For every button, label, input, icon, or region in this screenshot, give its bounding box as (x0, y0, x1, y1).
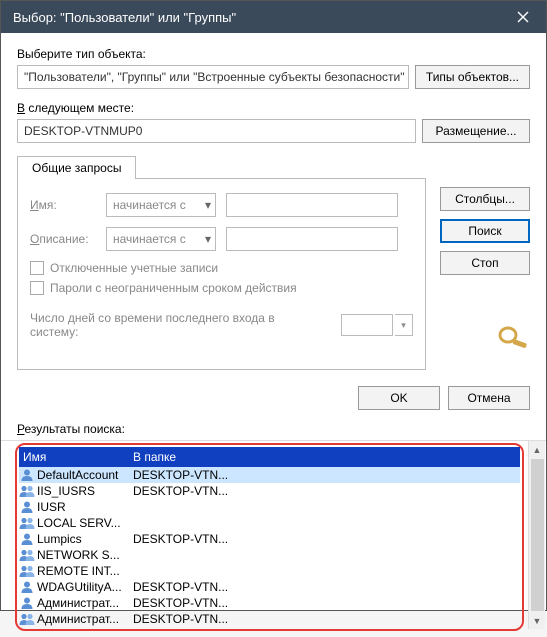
name-label: Имя: (30, 198, 96, 212)
non-expiring-label: Пароли с неограниченным сроком действия (50, 281, 297, 295)
user-icon (19, 467, 35, 483)
list-item[interactable]: DefaultAccountDESKTOP-VTN... (19, 467, 520, 483)
object-types-button[interactable]: Типы объектов... (415, 65, 530, 89)
list-item[interactable]: LumpicsDESKTOP-VTN... (19, 531, 520, 547)
magnifier-icon (494, 325, 530, 352)
row-name: WDAGUtilityA... (37, 580, 129, 594)
row-folder: DESKTOP-VTN... (129, 596, 520, 610)
days-since-input[interactable] (341, 314, 393, 336)
row-name: REMOTE INT... (37, 564, 129, 578)
search-button[interactable]: Поиск (440, 219, 530, 243)
stop-button[interactable]: Стоп (440, 251, 530, 275)
columns-button[interactable]: Столбцы... (440, 187, 530, 211)
results-highlight: Имя В папке DefaultAccountDESKTOP-VTN...… (15, 443, 524, 631)
close-button[interactable] (500, 1, 546, 33)
cancel-button[interactable]: Отмена (448, 386, 530, 410)
row-name: DefaultAccount (37, 468, 129, 482)
user-icon (19, 531, 35, 547)
row-folder: DESKTOP-VTN... (129, 580, 520, 594)
days-since-label: Число дней со времени последнего входа в… (30, 311, 323, 339)
scroll-thumb[interactable] (531, 459, 544, 611)
tab-strip: Общие запросы (17, 155, 426, 179)
chevron-down-icon: ▾ (205, 198, 211, 212)
list-item[interactable]: Администрат...DESKTOP-VTN... (19, 611, 520, 627)
results-list[interactable]: DefaultAccountDESKTOP-VTN...IIS_IUSRSDES… (19, 467, 520, 627)
locations-button[interactable]: Размещение... (422, 119, 530, 143)
list-item[interactable]: IIS_IUSRSDESKTOP-VTN... (19, 483, 520, 499)
close-icon (517, 11, 529, 23)
vertical-scrollbar[interactable]: ▲ ▼ (528, 441, 545, 629)
row-name: NETWORK S... (37, 548, 129, 562)
scroll-down-icon[interactable]: ▼ (529, 612, 546, 629)
dialog-body: Выберите тип объекта: "Пользователи", "Г… (1, 33, 546, 440)
description-label: Описание: (30, 232, 96, 246)
user-icon (19, 595, 35, 611)
non-expiring-checkbox[interactable] (30, 281, 44, 295)
disabled-accounts-checkbox[interactable] (30, 261, 44, 275)
list-item[interactable]: LOCAL SERV... (19, 515, 520, 531)
row-folder: DESKTOP-VTN... (129, 532, 520, 546)
results-label: Результаты поиска: (17, 422, 530, 436)
name-mode-combo[interactable]: начинается с▾ (106, 193, 216, 217)
object-type-label: Выберите тип объекта: (17, 47, 530, 61)
row-name: LOCAL SERV... (37, 516, 129, 530)
group-icon (19, 515, 35, 531)
chevron-down-icon: ▾ (205, 232, 211, 246)
dialog-window: Выбор: "Пользователи" или "Группы" Выбер… (0, 0, 547, 611)
group-icon (19, 563, 35, 579)
tab-common-queries[interactable]: Общие запросы (17, 156, 136, 179)
list-item[interactable]: Администрат...DESKTOP-VTN... (19, 595, 520, 611)
list-item[interactable]: NETWORK S... (19, 547, 520, 563)
column-name[interactable]: Имя (19, 450, 129, 464)
name-value-input[interactable] (226, 193, 398, 217)
group-icon (19, 547, 35, 563)
column-folder[interactable]: В папке (129, 450, 520, 464)
row-name: IIS_IUSRS (37, 484, 129, 498)
location-label: В следующем месте: (17, 101, 530, 115)
list-item[interactable]: REMOTE INT... (19, 563, 520, 579)
object-type-field: "Пользователи", "Группы" или "Встроенные… (17, 65, 409, 89)
row-folder: DESKTOP-VTN... (129, 484, 520, 498)
description-value-input[interactable] (226, 227, 398, 251)
results-header: Имя В папке (19, 447, 520, 467)
titlebar: Выбор: "Пользователи" или "Группы" (1, 1, 546, 33)
description-mode-combo[interactable]: начинается с▾ (106, 227, 216, 251)
row-folder: DESKTOP-VTN... (129, 468, 520, 482)
row-name: Lumpics (37, 532, 129, 546)
list-item[interactable]: WDAGUtilityA...DESKTOP-VTN... (19, 579, 520, 595)
side-buttons: Столбцы... Поиск Стоп (440, 155, 530, 380)
user-icon (19, 499, 35, 515)
scroll-up-icon[interactable]: ▲ (529, 441, 546, 458)
group-icon (19, 483, 35, 499)
row-name: Администрат... (37, 596, 129, 610)
list-item[interactable]: IUSR (19, 499, 520, 515)
titlebar-text: Выбор: "Пользователи" или "Группы" (13, 10, 236, 25)
location-field: DESKTOP-VTNMUP0 (17, 119, 416, 143)
ok-button[interactable]: OK (358, 386, 440, 410)
user-icon (19, 579, 35, 595)
group-icon (19, 611, 35, 627)
row-name: Администрат... (37, 612, 129, 626)
row-folder: DESKTOP-VTN... (129, 612, 520, 626)
query-panel: Имя: начинается с▾ Описание: начинается … (17, 179, 426, 370)
days-since-dropdown[interactable]: ▾ (395, 314, 413, 336)
disabled-accounts-label: Отключенные учетные записи (50, 261, 218, 275)
row-name: IUSR (37, 500, 129, 514)
